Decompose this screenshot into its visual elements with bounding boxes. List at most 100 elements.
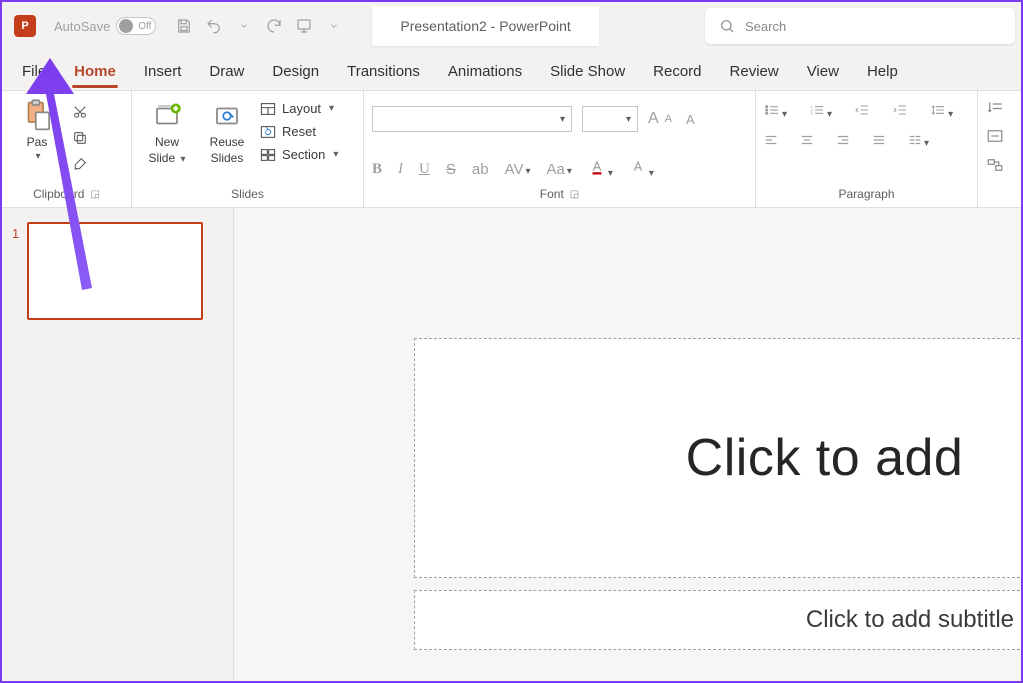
bullets-button[interactable]: ▾ — [764, 103, 787, 120]
numbering-button[interactable]: 123▾ — [809, 103, 832, 120]
thumbnail-row[interactable]: 1 — [12, 222, 223, 320]
highlight-color-button[interactable]: ▾ — [629, 158, 654, 180]
slideshow-from-start-icon[interactable] — [294, 16, 314, 36]
section-label: Section — [282, 147, 325, 162]
smartart-icon[interactable] — [986, 157, 1004, 176]
align-center-button[interactable] — [800, 134, 814, 149]
tab-slideshow[interactable]: Slide Show — [536, 55, 639, 90]
new-slide-dropdown-icon[interactable]: ▾ — [181, 154, 186, 165]
toggle-off-label: Off — [138, 21, 151, 32]
text-direction-icon[interactable] — [986, 99, 1004, 118]
slide-number: 1 — [12, 222, 19, 320]
paste-dropdown-icon[interactable]: ▾ — [35, 151, 40, 162]
section-button[interactable]: Section▾ — [260, 147, 338, 162]
align-right-button[interactable] — [836, 134, 850, 149]
change-case-button[interactable]: Aa▾ — [547, 161, 572, 178]
title-placeholder[interactable]: Click to add — [414, 338, 1021, 578]
undo-icon[interactable] — [204, 16, 224, 36]
layout-icon — [260, 102, 276, 116]
underline-button[interactable]: U — [419, 161, 430, 178]
tab-design[interactable]: Design — [258, 55, 333, 90]
format-painter-icon[interactable] — [70, 155, 90, 173]
new-slide-label-bottom: Slide — [148, 151, 175, 165]
grow-font-button[interactable]: A — [648, 110, 659, 128]
subtitle-placeholder-text: Click to add subtitle — [806, 606, 1014, 634]
tab-draw[interactable]: Draw — [195, 55, 258, 90]
chevron-down-icon: ▾ — [560, 114, 565, 125]
bold-button[interactable]: B — [372, 161, 382, 178]
char-spacing-button[interactable]: AV▾ — [505, 161, 531, 178]
line-spacing-button[interactable]: ▾ — [930, 103, 953, 120]
slide-canvas[interactable]: Click to add Click to add subtitle — [234, 208, 1021, 681]
new-slide-button[interactable]: New Slide ▾ — [140, 99, 194, 165]
tab-record[interactable]: Record — [639, 55, 715, 90]
layout-label: Layout — [282, 101, 321, 116]
reuse-slides-icon — [210, 99, 244, 133]
search-box[interactable]: Search — [705, 8, 1015, 44]
tab-file[interactable]: File — [8, 55, 60, 90]
autosave-label: AutoSave — [54, 19, 110, 34]
svg-text:3: 3 — [810, 111, 813, 116]
align-text-icon[interactable] — [986, 128, 1004, 147]
new-slide-icon — [150, 99, 184, 133]
reuse-slides-label-bottom: Slides — [211, 151, 244, 165]
group-font-label: Font — [540, 187, 564, 201]
group-slides-label: Slides — [140, 185, 355, 205]
app-icon: P — [14, 15, 36, 37]
search-placeholder: Search — [745, 19, 786, 34]
layout-button[interactable]: Layout▾ — [260, 101, 338, 116]
copy-icon[interactable] — [70, 129, 90, 147]
align-left-button[interactable] — [764, 134, 778, 149]
title-bar: P AutoSave Off Presentation2 - PowerPoin… — [2, 2, 1021, 50]
tab-animations[interactable]: Animations — [434, 55, 536, 90]
group-editing-sidebar — [978, 91, 1008, 207]
qat-more-icon[interactable] — [324, 16, 344, 36]
clipboard-launcher-icon[interactable]: ◲ — [90, 189, 99, 200]
tab-transitions[interactable]: Transitions — [333, 55, 434, 90]
reuse-slides-button[interactable]: Reuse Slides — [200, 99, 254, 165]
group-clipboard: Pas ▾ Clipboard ◲ — [2, 91, 132, 207]
tab-insert[interactable]: Insert — [130, 55, 196, 90]
reset-label: Reset — [282, 124, 316, 139]
new-slide-label-top: New — [155, 135, 179, 149]
justify-button[interactable] — [872, 134, 886, 149]
ribbon-tabs: File Home Insert Draw Design Transitions… — [2, 50, 1021, 90]
strikethrough-button[interactable]: S — [446, 161, 456, 178]
columns-button[interactable]: ▾ — [908, 134, 929, 149]
toggle-switch[interactable]: Off — [116, 17, 156, 35]
title-placeholder-text: Click to add — [686, 428, 964, 488]
italic-button[interactable]: I — [398, 161, 403, 178]
decrease-indent-button[interactable] — [854, 103, 870, 120]
save-icon[interactable] — [174, 16, 194, 36]
text-shadow-button[interactable]: ab — [472, 161, 489, 178]
group-slides: New Slide ▾ Reuse Slides Layout▾ — [132, 91, 364, 207]
workspace: 1 Click to add Click to add subtitle — [2, 208, 1021, 681]
font-size-select[interactable]: ▾ — [582, 106, 638, 132]
toggle-knob — [119, 19, 133, 33]
paste-button[interactable]: Pas ▾ — [10, 99, 64, 162]
clear-formatting-button[interactable]: A — [686, 112, 695, 127]
tab-help[interactable]: Help — [853, 55, 912, 90]
font-color-button[interactable]: ▾ — [588, 158, 613, 180]
redo-icon[interactable] — [264, 16, 284, 36]
search-icon — [719, 18, 735, 34]
tab-home[interactable]: Home — [60, 55, 130, 90]
font-launcher-icon[interactable]: ◲ — [570, 189, 579, 200]
tab-review[interactable]: Review — [716, 55, 793, 90]
shrink-font-button[interactable]: A — [665, 113, 672, 125]
slide-thumbnail[interactable] — [27, 222, 203, 320]
cut-icon[interactable] — [70, 103, 90, 121]
subtitle-placeholder[interactable]: Click to add subtitle — [414, 590, 1021, 650]
autosave-toggle[interactable]: AutoSave Off — [54, 17, 156, 35]
reuse-slides-label-top: Reuse — [210, 135, 245, 149]
slide-thumbnail-pane[interactable]: 1 — [2, 208, 234, 681]
font-face-select[interactable]: ▾ — [372, 106, 572, 132]
quick-access-toolbar — [174, 16, 344, 36]
group-clipboard-label: Clipboard — [33, 187, 84, 201]
paste-icon — [20, 99, 54, 133]
group-paragraph-label: Paragraph — [764, 185, 969, 205]
tab-view[interactable]: View — [793, 55, 853, 90]
reset-button[interactable]: Reset — [260, 124, 338, 139]
undo-dropdown-icon[interactable] — [234, 16, 254, 36]
increase-indent-button[interactable] — [892, 103, 908, 120]
